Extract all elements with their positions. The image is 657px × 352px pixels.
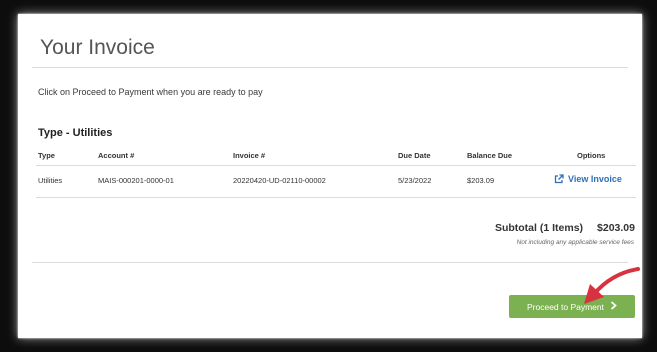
view-invoice-link[interactable]: View Invoice xyxy=(554,174,622,184)
title-divider xyxy=(32,67,628,68)
fee-note: Not including any applicable service fee… xyxy=(516,239,634,246)
cell-invoice: 20220420-UD-02110-00002 xyxy=(233,176,326,185)
cell-account: MAIS-000201-0000-01 xyxy=(98,176,174,185)
annotation-arrow-icon xyxy=(584,267,640,304)
subtotal-label: Subtotal (1 Items) xyxy=(494,222,584,234)
section-title: Type - Utilities xyxy=(38,127,113,139)
subtotal: Subtotal (1 Items) $203.09 xyxy=(495,222,635,234)
cell-type: Utilities xyxy=(38,176,63,185)
cell-balance: $203.09 xyxy=(467,176,495,185)
column-header-account: Account # xyxy=(98,151,135,160)
cell-due-date: 5/23/2022 xyxy=(398,176,432,185)
page-title: Your Invoice xyxy=(40,36,155,59)
external-link-icon xyxy=(554,174,564,184)
column-header-due-date: Due Date xyxy=(398,151,431,160)
column-header-type: Type xyxy=(38,151,55,160)
invoice-panel: Your Invoice Click on Proceed to Payment… xyxy=(18,14,642,338)
subtotal-amount: $203.09 xyxy=(597,222,635,234)
column-header-balance-due: Balance Due xyxy=(467,151,513,160)
view-invoice-label: View Invoice xyxy=(568,174,622,184)
column-header-invoice: Invoice # xyxy=(233,151,266,160)
footer-divider xyxy=(32,262,628,263)
table-row-divider xyxy=(36,197,636,198)
column-header-options: Options xyxy=(577,151,606,160)
table-header-divider xyxy=(36,165,636,166)
instruction-text: Click on Proceed to Payment when you are… xyxy=(38,87,263,97)
